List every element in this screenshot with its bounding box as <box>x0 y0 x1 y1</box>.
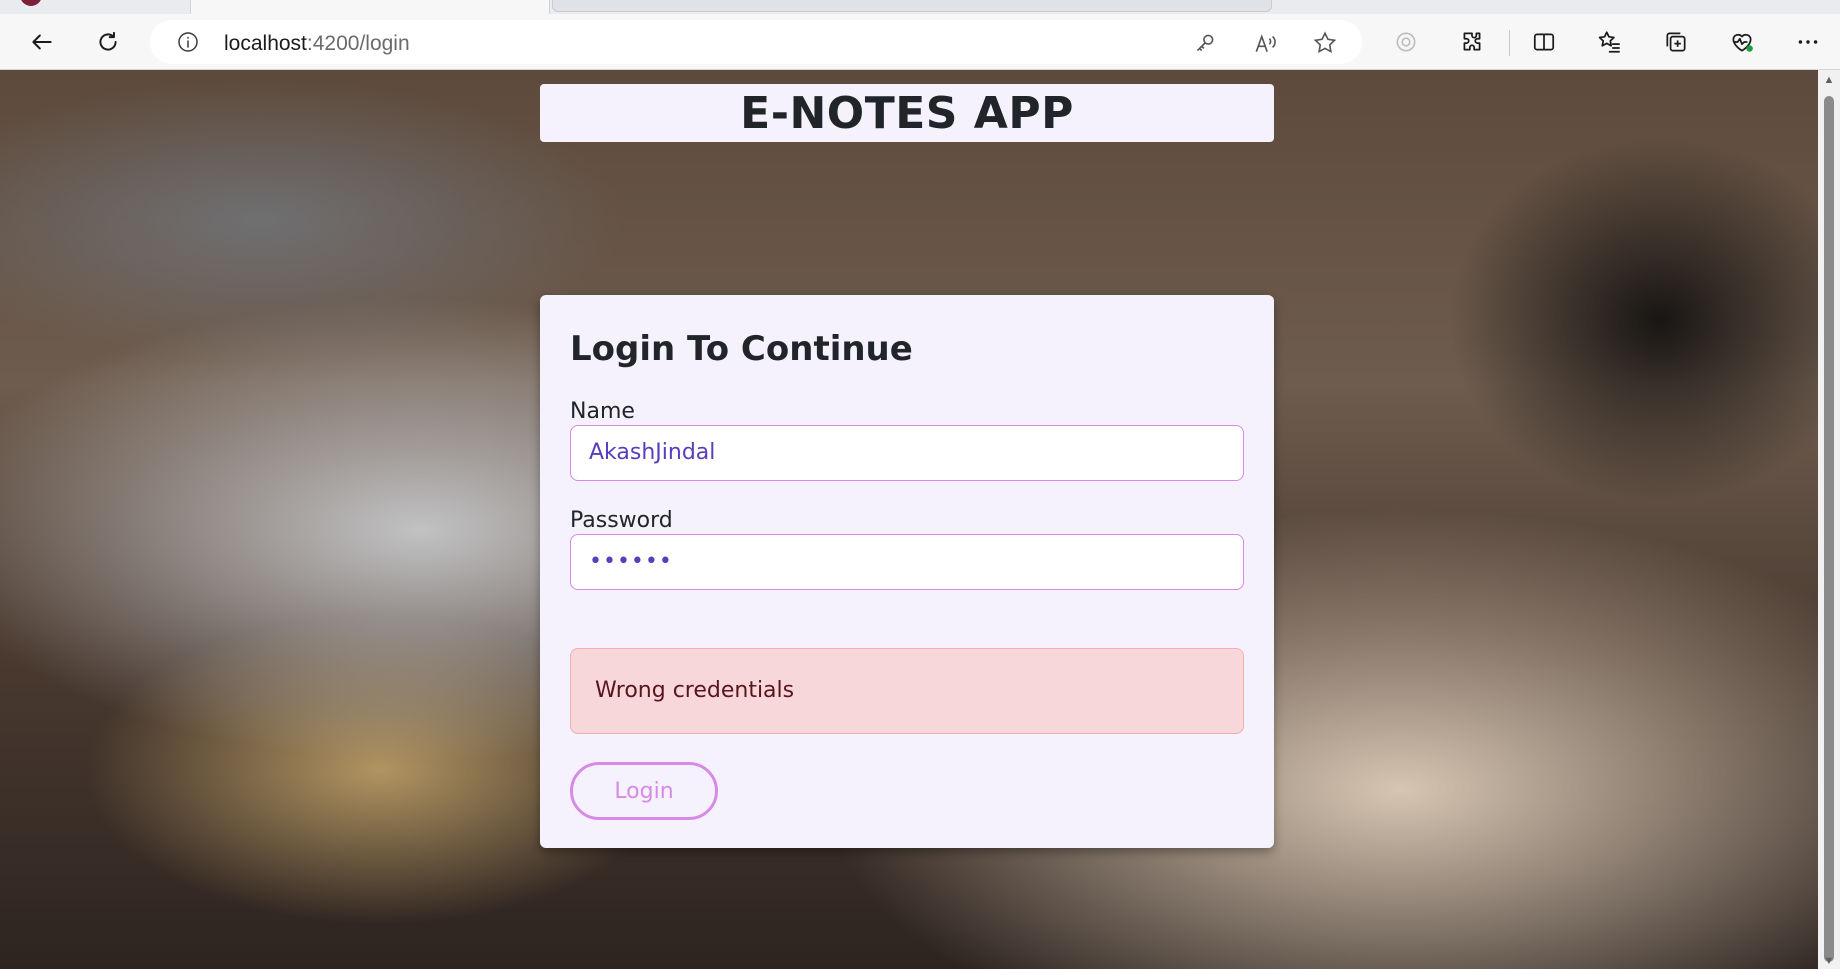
url-text[interactable]: localhost:4200/login <box>224 32 410 56</box>
read-aloud-icon[interactable] <box>1252 30 1278 56</box>
login-card: Login To Continue Name AkashJindal Passw… <box>540 295 1274 848</box>
tab-strip <box>0 0 1840 14</box>
collections-icon[interactable] <box>1658 24 1694 60</box>
key-icon[interactable] <box>1192 30 1218 56</box>
scroll-down-icon[interactable]: ▼ <box>1823 955 1835 967</box>
more-dots-icon[interactable] <box>1790 24 1826 60</box>
info-icon[interactable] <box>176 30 200 54</box>
page-background: E-NOTES APP Login To Continue Name Akash… <box>0 70 1818 969</box>
scrollbar-thumb[interactable] <box>1824 96 1834 962</box>
password-input[interactable]: •••••• <box>570 534 1244 590</box>
scrollbar[interactable]: ▲ ▼ <box>1818 70 1840 969</box>
copilot-icon[interactable] <box>1388 24 1424 60</box>
puzzle-icon[interactable] <box>1454 24 1490 60</box>
password-label: Password <box>570 508 673 533</box>
app-title: E-NOTES APP <box>740 87 1074 139</box>
scroll-up-icon[interactable]: ▲ <box>1823 74 1835 86</box>
star-icon[interactable] <box>1312 30 1338 56</box>
profile-avatar[interactable] <box>20 0 42 6</box>
error-alert: Wrong credentials <box>570 648 1244 734</box>
toolbar-separator <box>1509 30 1510 56</box>
name-input[interactable]: AkashJindal <box>570 425 1244 481</box>
reload-icon[interactable] <box>90 24 126 60</box>
back-arrow-icon[interactable] <box>24 24 60 60</box>
app-header: E-NOTES APP <box>540 84 1274 142</box>
tab-active[interactable] <box>190 0 550 14</box>
favorites-list-icon[interactable] <box>1592 24 1628 60</box>
error-message: Wrong credentials <box>595 678 795 703</box>
browser-toolbar: localhost:4200/login <box>0 14 1840 70</box>
login-button[interactable]: Login <box>570 762 718 820</box>
browser-essentials-icon[interactable] <box>1724 24 1760 60</box>
name-label: Name <box>570 399 635 424</box>
url-path: :4200/login <box>306 32 410 55</box>
login-title: Login To Continue <box>570 329 913 369</box>
address-bar[interactable]: localhost:4200/login <box>150 20 1362 64</box>
split-screen-icon[interactable] <box>1526 24 1562 60</box>
url-host: localhost <box>224 32 307 55</box>
tab-inactive[interactable] <box>552 0 1272 12</box>
